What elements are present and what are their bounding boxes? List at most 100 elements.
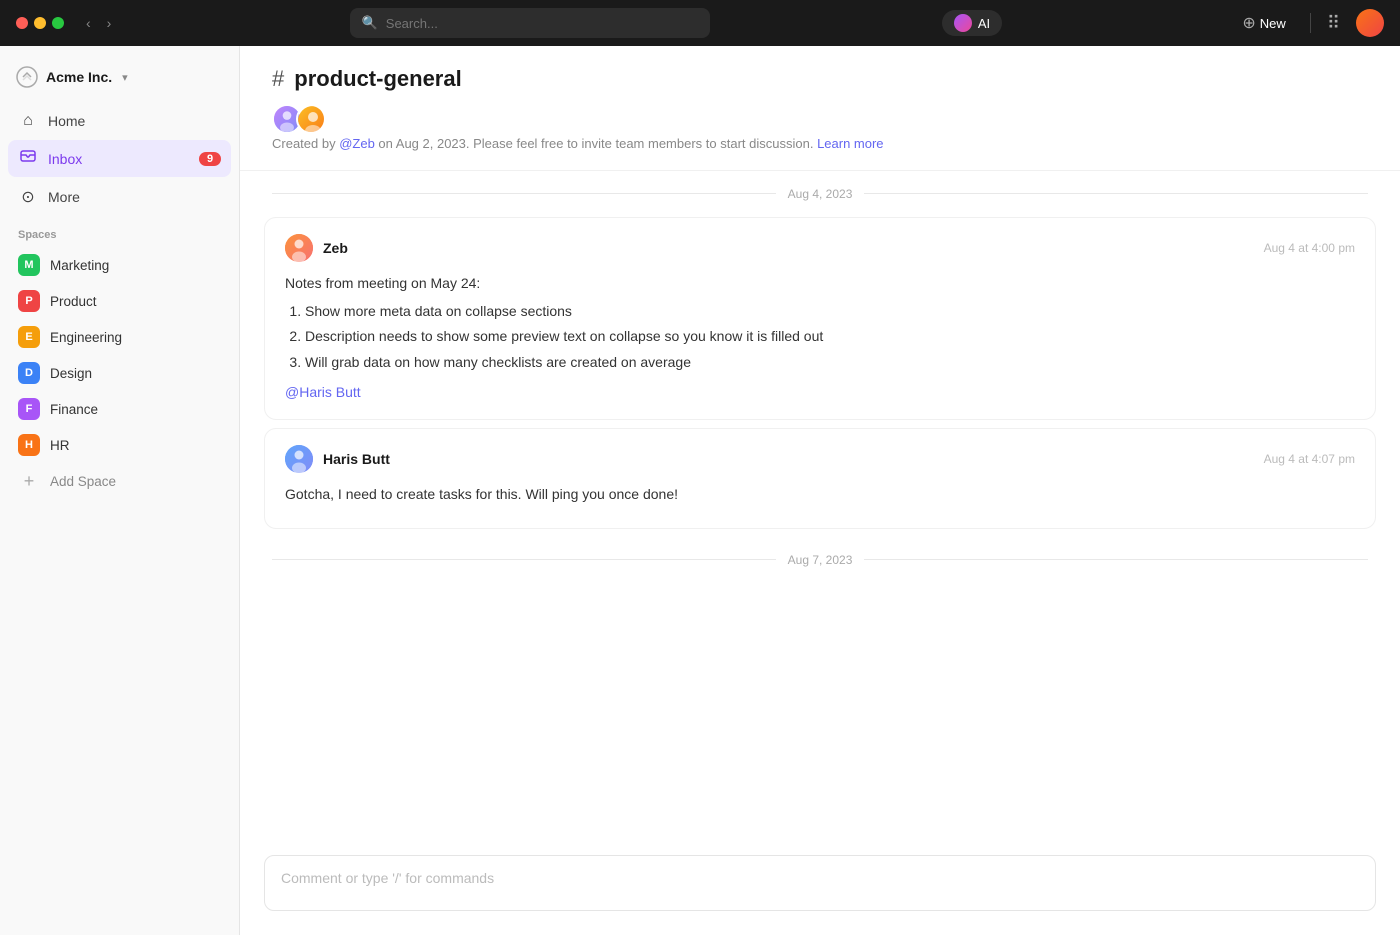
sidebar-item-engineering[interactable]: E Engineering bbox=[8, 319, 231, 355]
divider-line-aug7-right bbox=[864, 559, 1368, 560]
add-space-button[interactable]: + Add Space bbox=[8, 463, 231, 499]
message-list: Show more meta data on collapse sections… bbox=[285, 300, 1355, 373]
author-name-haris: Haris Butt bbox=[323, 451, 390, 467]
sidebar-item-product[interactable]: P Product bbox=[8, 283, 231, 319]
finance-icon: F bbox=[18, 398, 40, 420]
sidebar-item-home-label: Home bbox=[48, 113, 85, 129]
channel-name: product-general bbox=[294, 66, 461, 92]
search-icon: 🔍 bbox=[362, 15, 378, 31]
channel-members bbox=[272, 104, 1368, 134]
engineering-label: Engineering bbox=[50, 330, 122, 345]
hr-icon: H bbox=[18, 434, 40, 456]
marketing-label: Marketing bbox=[50, 258, 109, 273]
more-icon: ⊙ bbox=[18, 187, 38, 207]
ai-button[interactable]: AI bbox=[942, 10, 1002, 36]
avatar-haris bbox=[285, 445, 313, 473]
minimize-dot[interactable] bbox=[34, 17, 46, 29]
sidebar-item-hr[interactable]: H HR bbox=[8, 427, 231, 463]
comment-input-area bbox=[240, 855, 1400, 935]
marketing-icon: M bbox=[18, 254, 40, 276]
haris-message-text: Gotcha, I need to create tasks for this.… bbox=[285, 483, 1355, 505]
brand[interactable]: Acme Inc. ▾ bbox=[0, 58, 239, 104]
home-icon: ⌂ bbox=[18, 112, 38, 130]
maximize-dot[interactable] bbox=[52, 17, 64, 29]
member-avatar-2 bbox=[296, 104, 326, 134]
search-input[interactable] bbox=[386, 16, 698, 31]
nav-arrows: ‹ › bbox=[80, 13, 117, 33]
date-divider-aug7: Aug 7, 2023 bbox=[240, 537, 1400, 583]
new-plus-icon: ⊕ bbox=[1242, 13, 1255, 33]
description-prefix: Created by bbox=[272, 136, 339, 151]
ai-label: AI bbox=[978, 16, 990, 31]
message-author-zeb: Zeb bbox=[285, 234, 348, 262]
product-label: Product bbox=[50, 294, 97, 309]
creator-mention: @Zeb bbox=[339, 136, 375, 151]
finance-label: Finance bbox=[50, 402, 98, 417]
date-divider-aug4: Aug 4, 2023 bbox=[240, 171, 1400, 217]
hr-label: HR bbox=[50, 438, 70, 453]
channel-hash-icon: # bbox=[272, 66, 284, 92]
user-avatar[interactable] bbox=[1356, 9, 1384, 37]
sidebar-item-home[interactable]: ⌂ Home bbox=[8, 104, 231, 138]
engineering-icon: E bbox=[18, 326, 40, 348]
comment-input[interactable] bbox=[281, 870, 1359, 886]
sidebar-item-inbox[interactable]: Inbox 9 bbox=[8, 140, 231, 177]
back-arrow[interactable]: ‹ bbox=[80, 13, 97, 33]
brand-name: Acme Inc. bbox=[46, 69, 112, 85]
grid-icon[interactable]: ⠿ bbox=[1327, 13, 1340, 34]
avatar-zeb bbox=[285, 234, 313, 262]
sidebar-item-inbox-label: Inbox bbox=[48, 151, 82, 167]
design-icon: D bbox=[18, 362, 40, 384]
divider-text-aug7: Aug 7, 2023 bbox=[776, 553, 865, 567]
window-controls bbox=[16, 17, 64, 29]
brand-logo bbox=[16, 66, 38, 88]
list-item-1: Show more meta data on collapse sections bbox=[305, 300, 1355, 322]
channel-description: Created by @Zeb on Aug 2, 2023. Please f… bbox=[272, 134, 1368, 154]
content-area: # product-general bbox=[240, 46, 1400, 935]
sidebar-item-design[interactable]: D Design bbox=[8, 355, 231, 391]
learn-more-link[interactable]: Learn more bbox=[817, 136, 883, 151]
message-mention-haris: @Haris Butt bbox=[285, 384, 361, 400]
forward-arrow[interactable]: › bbox=[101, 13, 118, 33]
inbox-badge: 9 bbox=[199, 152, 221, 166]
spaces-section-title: Spaces bbox=[0, 215, 239, 247]
message-author-haris: Haris Butt bbox=[285, 445, 390, 473]
add-space-label: Add Space bbox=[50, 474, 116, 489]
message-header-haris: Haris Butt Aug 4 at 4:07 pm bbox=[285, 445, 1355, 473]
list-item-2: Description needs to show some preview t… bbox=[305, 325, 1355, 347]
message-body-zeb: Notes from meeting on May 24: Show more … bbox=[285, 272, 1355, 404]
search-bar[interactable]: 🔍 bbox=[350, 8, 710, 38]
sidebar-item-marketing[interactable]: M Marketing bbox=[8, 247, 231, 283]
message-time-zeb: Aug 4 at 4:00 pm bbox=[1264, 241, 1355, 255]
message-card-haris: Haris Butt Aug 4 at 4:07 pm Gotcha, I ne… bbox=[264, 428, 1376, 528]
message-body-haris: Gotcha, I need to create tasks for this.… bbox=[285, 483, 1355, 505]
divider-text-aug4: Aug 4, 2023 bbox=[776, 187, 865, 201]
add-space-plus-icon: + bbox=[18, 470, 40, 492]
close-dot[interactable] bbox=[16, 17, 28, 29]
messages-container: Aug 4, 2023 Z bbox=[240, 171, 1400, 856]
design-label: Design bbox=[50, 366, 92, 381]
main-layout: Acme Inc. ▾ ⌂ Home Inbox 9 ⊙ More bbox=[0, 46, 1400, 935]
spaces-list: M Marketing P Product E Engineering D De… bbox=[0, 247, 239, 463]
author-name-zeb: Zeb bbox=[323, 240, 348, 256]
list-item-3: Will grab data on how many checklists ar… bbox=[305, 351, 1355, 373]
sidebar: Acme Inc. ▾ ⌂ Home Inbox 9 ⊙ More bbox=[0, 46, 240, 935]
new-label: New bbox=[1260, 16, 1286, 31]
message-time-haris: Aug 4 at 4:07 pm bbox=[1264, 452, 1355, 466]
message-intro: Notes from meeting on May 24: bbox=[285, 272, 1355, 294]
divider-line-right bbox=[864, 193, 1368, 194]
message-header-zeb: Zeb Aug 4 at 4:00 pm bbox=[285, 234, 1355, 262]
divider-line-left bbox=[272, 193, 776, 194]
sidebar-item-finance[interactable]: F Finance bbox=[8, 391, 231, 427]
sidebar-item-more-label: More bbox=[48, 189, 80, 205]
comment-input-wrapper[interactable] bbox=[264, 855, 1376, 911]
message-card-zeb: Zeb Aug 4 at 4:00 pm Notes from meeting … bbox=[264, 217, 1376, 421]
sidebar-item-more[interactable]: ⊙ More bbox=[8, 179, 231, 215]
inbox-icon bbox=[18, 148, 38, 169]
brand-chevron-icon: ▾ bbox=[122, 71, 128, 84]
sidebar-nav: ⌂ Home Inbox 9 ⊙ More bbox=[0, 104, 239, 215]
description-middle: on Aug 2, 2023. Please feel free to invi… bbox=[375, 136, 817, 151]
channel-header: # product-general bbox=[240, 46, 1400, 171]
new-button[interactable]: ⊕ New bbox=[1234, 9, 1293, 37]
product-icon: P bbox=[18, 290, 40, 312]
